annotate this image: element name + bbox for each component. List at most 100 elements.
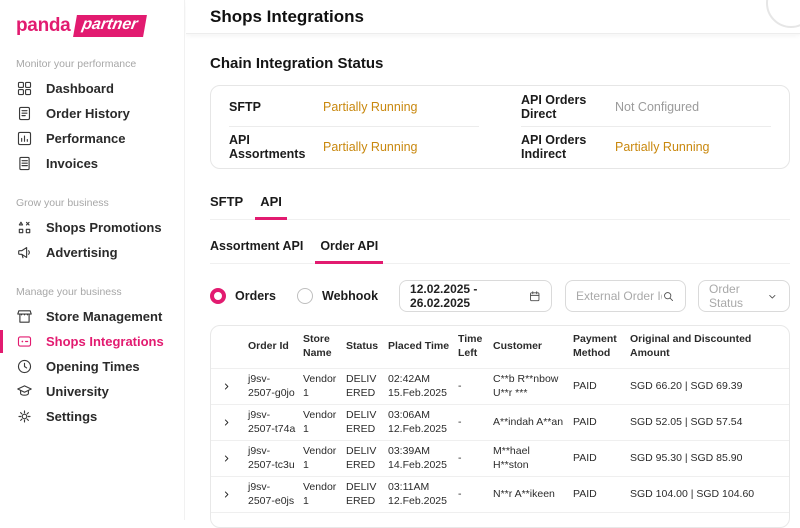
col-amount: Original and Discounted Amount [630,333,789,360]
cell-amount: SGD 95.30 | SGD 85.90 [630,452,789,466]
secondary-tabs: Assortment API Order API [210,239,790,264]
storefront-icon [16,308,33,325]
cell-payment-method: PAID [573,380,630,394]
table-row[interactable]: j9sv-2507-t74a Vendor 1 DELIVERED 03:06A… [211,405,789,441]
external-order-id-input[interactable] [576,289,662,303]
cell-placed-time: 03:06AM12.Feb.2025 [388,409,458,436]
col-customer: Customer [493,340,573,354]
order-status-select[interactable]: Order Status [698,280,790,312]
dashboard-icon [16,80,33,97]
cell-customer: N**r A**ikeen [493,488,573,502]
filters-row: Orders Webhook 12.02.2025 - 26.02.2025 O… [210,280,790,312]
sidebar-item-opening-times[interactable]: Opening Times [0,354,184,379]
cell-store-name: Vendor 1 [303,373,346,400]
cell-time-left: - [458,488,493,502]
sidebar-item-dashboard[interactable]: Dashboard [0,76,184,101]
cell-amount: SGD 52.05 | SGD 57.54 [630,416,789,430]
sidebar-section-monitor: Monitor your performance [16,58,184,70]
external-order-id-field[interactable] [565,280,686,312]
status-row-api-orders-indirect: API Orders Indirect Partially Running [521,127,771,166]
clock-icon [16,358,33,375]
orders-table: Order Id Store Name Status Placed Time T… [210,325,790,528]
page-title: Shops Integrations [186,0,800,27]
invoices-icon [16,155,33,172]
row-expand-icon[interactable] [211,453,248,464]
tab-assortment-api[interactable]: Assortment API [210,239,303,263]
date-range-value: 12.02.2025 - 26.02.2025 [410,282,528,310]
tab-sftp[interactable]: SFTP [210,194,243,219]
tab-api[interactable]: API [260,194,282,219]
chevron-down-icon [766,289,779,304]
sidebar-item-label: Store Management [46,309,162,324]
cell-time-left: - [458,380,493,394]
cell-customer: C**b R**nbow U**r *** [493,373,573,400]
cell-payment-method: PAID [573,416,630,430]
status-value: Not Configured [615,100,699,114]
status-label: API Orders Indirect [521,133,615,161]
sidebar-item-label: Settings [46,409,97,424]
sidebar-section-manage: Manage your business [16,286,184,298]
cell-store-name: Vendor 1 [303,409,346,436]
sidebar-item-performance[interactable]: Performance [0,126,184,151]
radio-label: Webhook [322,289,378,303]
row-expand-icon[interactable] [211,489,248,500]
status-row-api-assortments: API Assortments Partially Running [229,127,479,166]
cell-payment-method: PAID [573,488,630,502]
sidebar-item-label: Invoices [46,156,98,171]
cell-placed-time: 02:42AM15.Feb.2025 [388,373,458,400]
sidebar-item-order-history[interactable]: Order History [0,101,184,126]
sidebar-item-store-management[interactable]: Store Management [0,304,184,329]
table-row[interactable]: j9sv-2507-g0jo Vendor 1 DELIVERED 02:42A… [211,369,789,405]
cell-store-name: Vendor 1 [303,481,346,508]
megaphone-icon [16,244,33,261]
sidebar-item-label: Performance [46,131,125,146]
main-area: Shops Integrations Chain Integration Sta… [186,0,800,520]
sidebar-item-label: Dashboard [46,81,114,96]
content: Chain Integration Status SFTP Partially … [186,55,800,528]
webhook-radio[interactable]: Webhook [297,288,378,304]
cell-status: DELIVERED [346,481,388,508]
table-row[interactable]: j9sv-2507-tc3u Vendor 1 DELIVERED 03:39A… [211,441,789,477]
col-placed-time: Placed Time [388,340,458,354]
cell-time-left: - [458,452,493,466]
cell-order-id: j9sv-2507-t74a [248,409,303,436]
cell-order-id: j9sv-2507-e0js [248,481,303,508]
sidebar-item-invoices[interactable]: Invoices [0,151,184,176]
order-status-placeholder: Order Status [709,282,766,310]
status-value: Partially Running [323,100,418,114]
cell-order-id: j9sv-2507-tc3u [248,445,303,472]
col-order-id: Order Id [248,340,303,354]
date-range-picker[interactable]: 12.02.2025 - 26.02.2025 [399,280,552,312]
brand-logo-partner: partner [74,15,148,37]
table-row[interactable]: j9sv-2507-e0js Vendor 1 DELIVERED 03:11A… [211,477,789,513]
cell-time-left: - [458,416,493,430]
brand-logo: panda partner [0,0,184,37]
brand-logo-panda: panda [16,15,70,37]
row-expand-icon[interactable] [211,417,248,428]
col-store-name: Store Name [303,333,346,360]
sidebar-item-shops-promotions[interactable]: Shops Promotions [0,215,184,240]
radio-circle[interactable] [297,288,313,304]
radio-circle[interactable] [210,288,226,304]
cell-customer: M**hael H**ston [493,445,573,472]
sidebar: panda partner Monitor your performance D… [0,0,185,520]
sidebar-item-university[interactable]: University [0,379,184,404]
cell-store-name: Vendor 1 [303,445,346,472]
order-history-icon [16,105,33,122]
orders-radio[interactable]: Orders [210,288,276,304]
sidebar-item-label: University [46,384,109,399]
chain-integration-status-card: SFTP Partially Running API Orders Direct… [210,85,790,169]
primary-tabs: SFTP API [210,194,790,220]
main-header: Shops Integrations [186,0,800,34]
cell-status: DELIVERED [346,445,388,472]
tab-order-api[interactable]: Order API [320,239,378,263]
table-header-row: Order Id Store Name Status Placed Time T… [211,326,789,369]
row-expand-icon[interactable] [211,381,248,392]
status-value: Partially Running [615,140,710,154]
status-value: Partially Running [323,140,418,154]
sidebar-item-settings[interactable]: Settings [0,404,184,429]
cell-status: DELIVERED [346,409,388,436]
promotions-icon [16,219,33,236]
sidebar-item-advertising[interactable]: Advertising [0,240,184,265]
sidebar-item-shops-integrations[interactable]: Shops Integrations [0,329,184,354]
